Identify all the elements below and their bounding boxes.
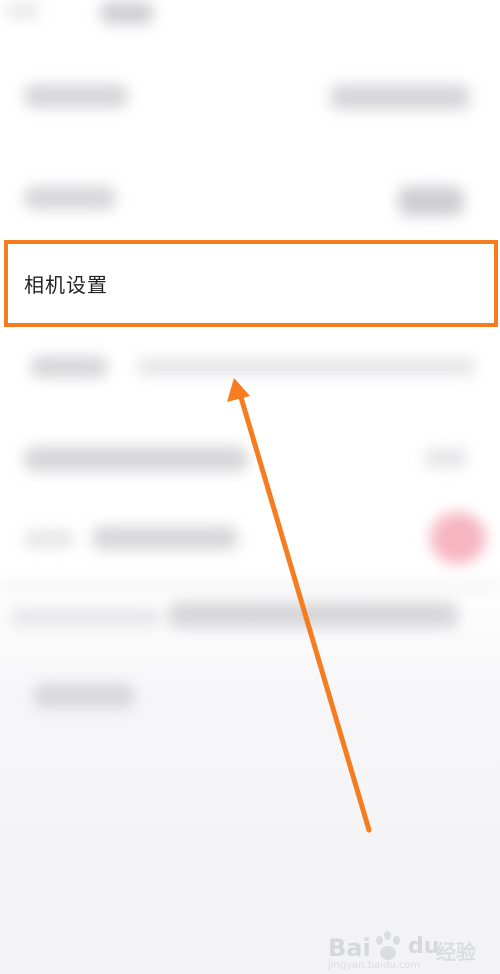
blurred-settings-list (0, 0, 500, 974)
blurred-row-value (330, 84, 470, 110)
paw-icon (372, 930, 406, 962)
baidu-watermark: Bai du 经验 jingyan.baidu.com (328, 930, 478, 971)
blurred-row-label (10, 608, 160, 626)
blurred-row-value (424, 448, 468, 468)
blurred-header-fragment (100, 2, 154, 24)
blurred-row-label (24, 446, 248, 472)
blurred-row-label (92, 526, 238, 550)
camera-settings-row[interactable]: 相机设置 (4, 240, 498, 327)
watermark-brand-right: du (408, 934, 440, 959)
blurred-row-label (24, 84, 128, 108)
watermark-url: jingyan.baidu.com (328, 960, 421, 971)
blurred-row-label (24, 186, 116, 210)
blurred-header-fragment (6, 4, 40, 18)
blurred-toggle (430, 512, 486, 564)
settings-page: 相机设置 Bai du 经验 jingyan.baidu.com (0, 0, 500, 974)
camera-settings-label: 相机设置 (24, 273, 108, 297)
blurred-row-label (24, 530, 74, 548)
blurred-divider (0, 582, 500, 590)
baidu-logo: Bai du 经验 jingyan.baidu.com (328, 930, 478, 971)
blurred-row-label (30, 356, 108, 378)
blurred-row-value (168, 602, 458, 628)
watermark-brand-cn: 经验 (436, 940, 476, 964)
blurred-row-label (34, 684, 134, 708)
blurred-row-value (398, 186, 464, 216)
watermark-brand-left: Bai (328, 934, 371, 962)
blurred-row-value (136, 358, 476, 376)
